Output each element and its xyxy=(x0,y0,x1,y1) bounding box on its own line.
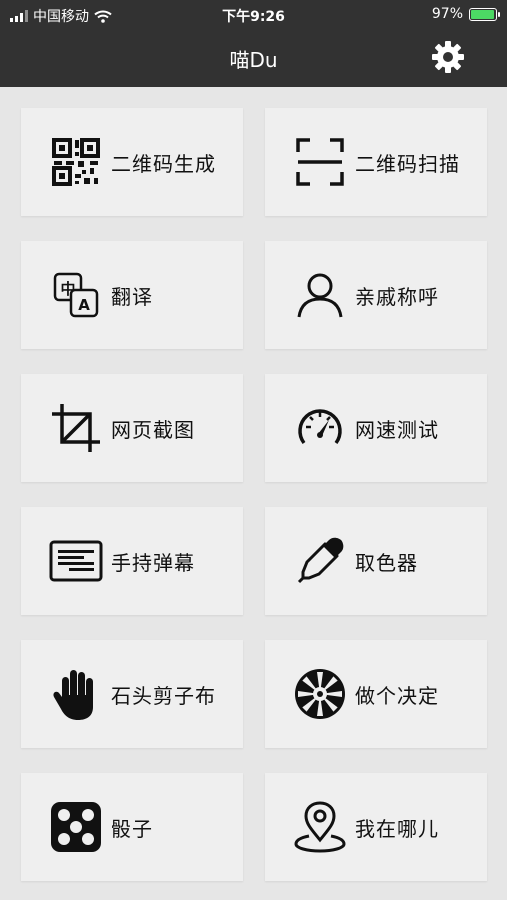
tile-label: 网页截图 xyxy=(111,417,195,442)
tool-grid: 二维码生成 二维码扫描 中 A 翻译 亲戚称呼 网页截图 网速测试 手持弹幕 取… xyxy=(21,108,487,881)
tile-label: 取色器 xyxy=(355,550,418,575)
tile-label: 我在哪儿 xyxy=(355,816,439,841)
dice-icon xyxy=(49,800,103,854)
top-bar: 中国移动 下午9:26 97% 喵Du xyxy=(0,0,507,87)
tile-decision-wheel[interactable]: 做个决定 xyxy=(265,640,487,748)
tile-danmaku[interactable]: 手持弹幕 xyxy=(21,507,243,615)
qr-code-icon xyxy=(49,135,103,189)
gear-icon[interactable] xyxy=(431,40,465,74)
tile-label: 翻译 xyxy=(111,284,153,309)
translate-icon: 中 A xyxy=(49,268,103,322)
scan-frame-icon xyxy=(293,135,347,189)
speedometer-icon xyxy=(293,401,347,455)
tile-qr-generate[interactable]: 二维码生成 xyxy=(21,108,243,216)
battery-percent: 97% xyxy=(431,6,463,22)
tile-label: 网速测试 xyxy=(355,417,439,442)
status-bar: 中国移动 下午9:26 97% xyxy=(0,0,507,30)
tile-dice[interactable]: 骰子 xyxy=(21,773,243,881)
tile-where-am-i[interactable]: 我在哪儿 xyxy=(265,773,487,881)
tile-label: 石头剪子布 xyxy=(111,683,216,708)
tile-relatives[interactable]: 亲戚称呼 xyxy=(265,241,487,349)
crop-icon xyxy=(49,401,103,455)
tile-rock-paper-scissors[interactable]: 石头剪子布 xyxy=(21,640,243,748)
tile-web-screenshot[interactable]: 网页截图 xyxy=(21,374,243,482)
svg-text:A: A xyxy=(78,296,90,314)
tile-label: 做个决定 xyxy=(355,683,439,708)
tile-translate[interactable]: 中 A 翻译 xyxy=(21,241,243,349)
tile-label: 二维码生成 xyxy=(111,151,216,176)
tile-color-picker[interactable]: 取色器 xyxy=(265,507,487,615)
tile-label: 亲戚称呼 xyxy=(355,284,439,309)
hand-icon xyxy=(49,667,103,721)
wheel-icon xyxy=(293,667,347,721)
tile-label: 骰子 xyxy=(111,816,153,841)
text-lines-icon xyxy=(49,534,103,588)
status-right: 97% xyxy=(431,6,500,22)
location-pin-icon xyxy=(293,800,347,854)
tile-label: 手持弹幕 xyxy=(111,550,195,575)
tile-qr-scan[interactable]: 二维码扫描 xyxy=(265,108,487,216)
eyedropper-icon xyxy=(293,534,347,588)
battery-icon xyxy=(469,7,500,21)
person-icon xyxy=(293,268,347,322)
tile-speed-test[interactable]: 网速测试 xyxy=(265,374,487,482)
tile-label: 二维码扫描 xyxy=(355,151,460,176)
